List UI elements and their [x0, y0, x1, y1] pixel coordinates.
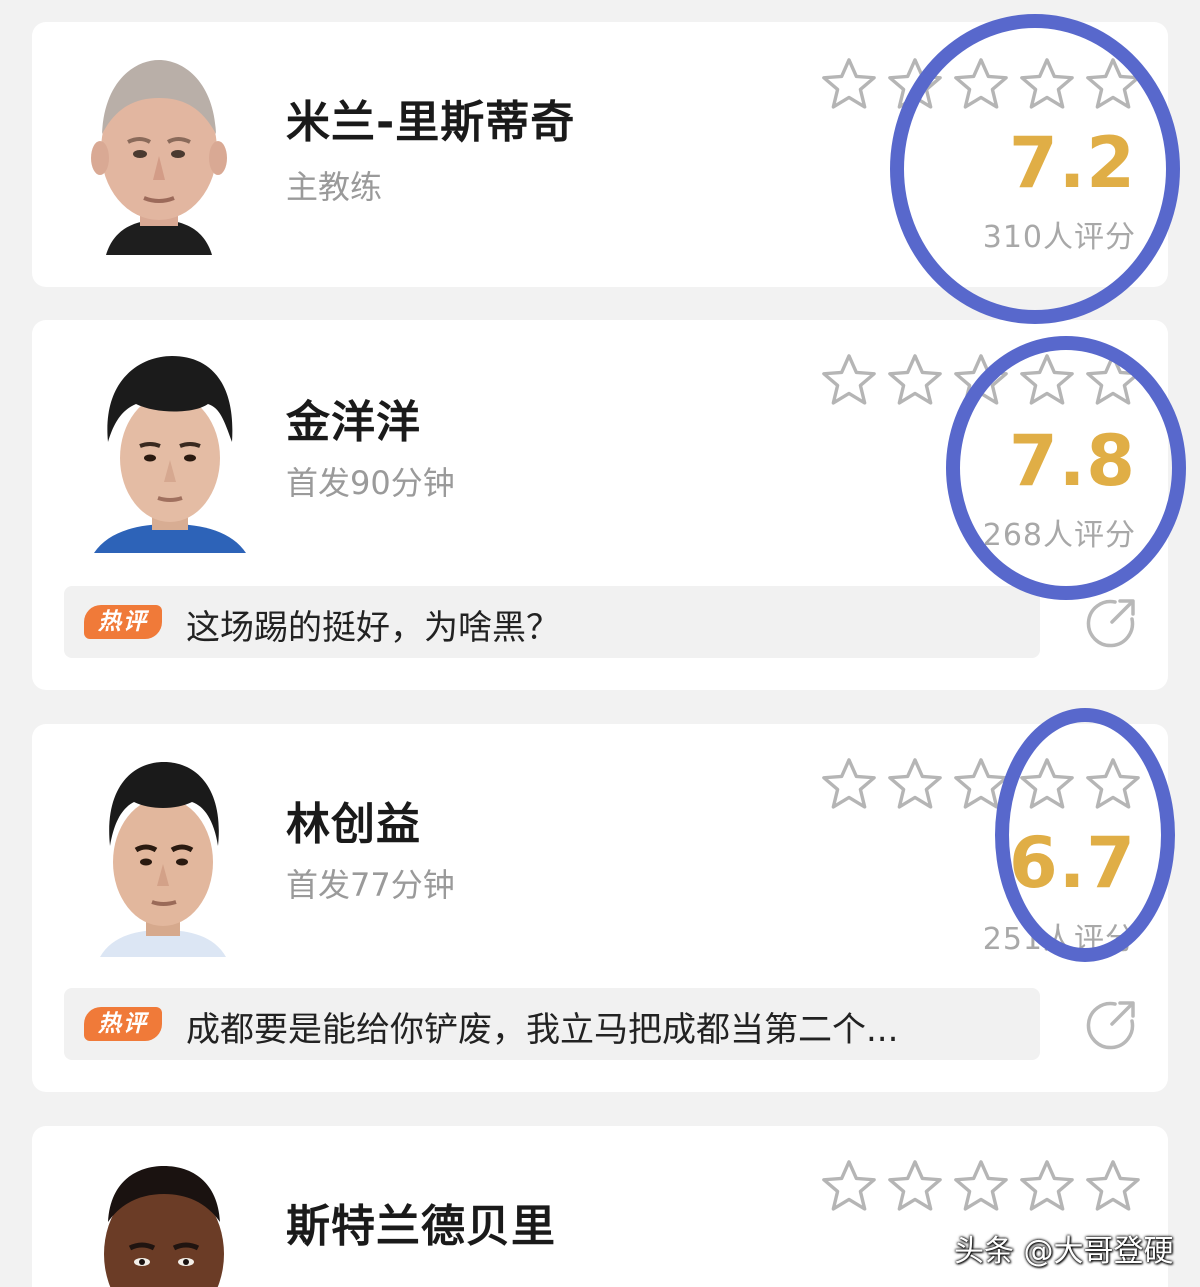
play-time: 首发90分钟 [286, 464, 455, 502]
highlight-circle [890, 14, 1180, 324]
watermark: 头条 @大哥登硬 [954, 1234, 1174, 1269]
person-portrait-icon [98, 1162, 230, 1287]
hot-comment[interactable]: 热评 这场踢的挺好，为啥黑？ [64, 586, 1040, 658]
hot-comment-badge: 热评 [84, 1007, 162, 1041]
player-avatar [98, 1162, 230, 1287]
person-portrait-icon [84, 52, 234, 255]
rating-card[interactable]: 林创益 首发77分钟 6.7 251人评分 热评 成都要是能给你铲废，我立马把成… [32, 724, 1168, 1092]
share-icon[interactable] [1086, 596, 1138, 648]
star-outline-icon[interactable] [820, 1158, 878, 1216]
star-outline-icon[interactable] [886, 756, 944, 814]
person-portrait-icon [84, 350, 256, 553]
highlight-circle [946, 336, 1186, 600]
person-name: 金洋洋 [286, 397, 421, 448]
player-avatar [84, 350, 256, 553]
star-outline-icon[interactable] [886, 352, 944, 410]
player-avatar [96, 754, 230, 957]
hot-comment[interactable]: 热评 成都要是能给你铲废，我立马把成都当第二个... [64, 988, 1040, 1060]
star-outline-icon[interactable] [1018, 1158, 1076, 1216]
star-outline-icon[interactable] [820, 756, 878, 814]
person-name: 米兰-里斯蒂奇 [286, 97, 576, 148]
hot-comment-badge: 热评 [84, 605, 162, 639]
star-outline-icon[interactable] [820, 56, 878, 114]
star-outline-icon[interactable] [1084, 1158, 1142, 1216]
person-role: 主教练 [286, 168, 383, 206]
hot-comment-text: 成都要是能给你铲废，我立马把成都当第二个... [186, 1010, 899, 1050]
star-outline-icon[interactable] [886, 1158, 944, 1216]
share-icon[interactable] [1086, 998, 1138, 1050]
highlight-circle [995, 708, 1175, 962]
play-time: 首发77分钟 [286, 866, 455, 904]
person-name: 林创益 [286, 799, 421, 850]
star-outline-icon[interactable] [952, 1158, 1010, 1216]
star-outline-icon[interactable] [820, 352, 878, 410]
coach-avatar [84, 52, 234, 255]
person-portrait-icon [96, 754, 230, 957]
star-rating[interactable] [820, 1158, 1150, 1218]
hot-comment-text: 这场踢的挺好，为啥黑？ [186, 608, 560, 648]
person-name: 斯特兰德贝里 [286, 1201, 556, 1252]
